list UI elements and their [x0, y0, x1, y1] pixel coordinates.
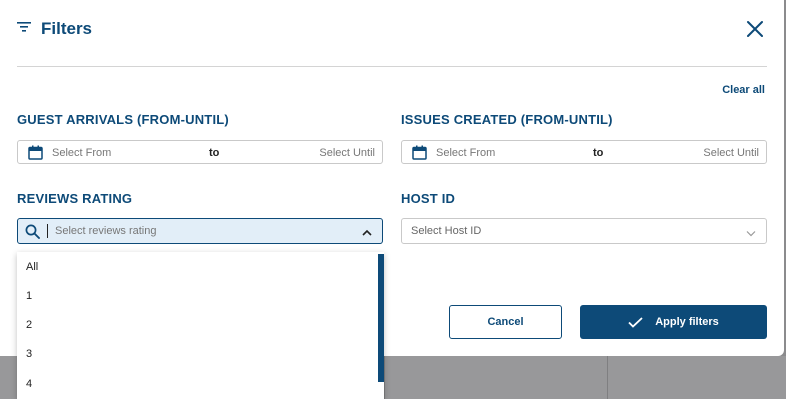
calendar-icon	[28, 145, 43, 163]
guest-arrivals-until-input[interactable]: Select Until	[319, 147, 375, 159]
chevron-down-icon	[746, 228, 756, 240]
host-id-placeholder: Select Host ID	[411, 225, 482, 237]
range-separator: to	[593, 147, 604, 159]
guest-arrivals-date-range[interactable]: Select From to Select Until	[17, 140, 383, 164]
reviews-rating-label: REVIEWS RATING	[17, 191, 133, 206]
guest-arrivals-from-input[interactable]: Select From	[52, 147, 111, 159]
issues-created-from-input[interactable]: Select From	[436, 147, 495, 159]
host-id-label: HOST ID	[401, 191, 456, 206]
issues-created-label: ISSUES CREATED (FROM-UNTIL)	[401, 112, 613, 127]
chevron-up-icon[interactable]	[362, 227, 372, 239]
text-cursor	[47, 224, 48, 238]
reviews-rating-dropdown: All 1 2 3 4	[17, 252, 384, 399]
dropdown-option[interactable]: 2	[26, 319, 32, 331]
host-id-select[interactable]: Select Host ID	[401, 218, 767, 244]
calendar-icon	[412, 145, 427, 163]
issues-created-until-input[interactable]: Select Until	[703, 147, 759, 159]
modal-header: Filters	[17, 18, 92, 40]
apply-filters-label: Apply filters	[655, 316, 719, 328]
modal-title: Filters	[41, 19, 93, 38]
cancel-button[interactable]: Cancel	[449, 305, 562, 339]
apply-filters-button[interactable]: Apply filters	[580, 305, 767, 339]
dropdown-scrollbar[interactable]	[378, 254, 384, 382]
backdrop-table-cell	[384, 356, 607, 399]
dropdown-option[interactable]: All	[26, 261, 38, 273]
range-separator: to	[209, 147, 220, 159]
guest-arrivals-label: GUEST ARRIVALS (FROM-UNTIL)	[17, 112, 229, 127]
dropdown-option[interactable]: 1	[26, 290, 32, 302]
dropdown-option[interactable]: 3	[26, 348, 32, 360]
backdrop-table-cell	[607, 356, 786, 399]
close-icon	[747, 21, 763, 37]
close-button[interactable]	[745, 19, 765, 39]
check-icon	[628, 316, 643, 328]
search-icon	[25, 224, 40, 242]
clear-all-link[interactable]: Clear all	[722, 84, 765, 96]
reviews-rating-select[interactable]: Select reviews rating	[17, 218, 383, 244]
filter-icon	[17, 20, 31, 38]
header-divider	[17, 66, 767, 67]
reviews-rating-input[interactable]: Select reviews rating	[55, 225, 157, 237]
dropdown-option[interactable]: 4	[26, 378, 32, 390]
issues-created-date-range[interactable]: Select From to Select Until	[401, 140, 767, 164]
